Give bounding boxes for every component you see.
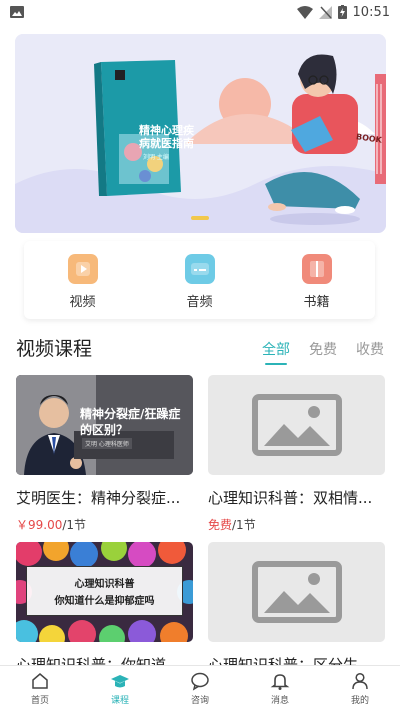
video-icon [67, 254, 98, 284]
course-card[interactable]: 心理知识科普：双相情... 免费/1节 [208, 375, 385, 533]
image-placeholder-icon [251, 394, 342, 456]
course-title: 艾明医生：精神分裂症... [16, 489, 181, 507]
course-thumbnail [208, 542, 385, 642]
course-unit: /1节 [232, 518, 256, 532]
wifi-icon [296, 5, 313, 19]
tab-free[interactable]: 免费 [309, 339, 337, 359]
nav-home[interactable]: 首页 [0, 666, 80, 711]
course-icon [111, 675, 129, 688]
status-bar: 10:51 [0, 0, 400, 24]
category-book[interactable]: 书籍 [277, 250, 357, 310]
category-video-label: 视频 [69, 295, 96, 310]
course-unit: /1节 [62, 518, 87, 532]
section-title: 视频课程 [16, 338, 93, 360]
course-price-row: 免费/1节 [208, 516, 385, 533]
user-icon [352, 672, 368, 690]
course-price: ￥99.00 [16, 518, 63, 532]
course-thumbnail: 心理知识科普 你知道什么是抑郁症吗 [16, 542, 193, 642]
book-icon [301, 254, 332, 284]
status-time: 10:51 [352, 4, 390, 20]
course-thumbnail-line1: 心理知识科普 [74, 579, 135, 590]
bottom-nav: 首页 课程 咨询 消息 我的 [0, 665, 400, 711]
category-audio[interactable]: 音频 [160, 250, 240, 310]
course-thumbnail-line1: 精神分裂症/狂躁症 [80, 407, 181, 421]
nav-profile-label: 我的 [350, 696, 369, 706]
chat-icon [191, 672, 209, 691]
filter-tabs: 全部 免费 收费 [262, 339, 384, 365]
nav-messages-label: 消息 [270, 696, 289, 706]
tab-paid[interactable]: 收费 [356, 339, 384, 359]
course-thumbnail-line2: 你知道什么是抑郁症吗 [54, 596, 155, 607]
course-thumbnail [208, 375, 385, 475]
category-book-label: 书籍 [303, 295, 330, 310]
course-thumbnail: 精神分裂症/狂躁症 的区别？ 艾明 心理科医师 [16, 375, 193, 475]
course-price-row: ￥99.00/1节 [16, 516, 193, 533]
course-card[interactable]: 心理知识科普 你知道什么是抑郁症吗 心理知识科普：你知道... [16, 542, 193, 675]
nav-course-label: 课程 [110, 696, 129, 706]
home-icon [32, 673, 48, 689]
course-price: 免费 [208, 518, 233, 532]
bell-icon [270, 674, 290, 690]
banner-book-author: 刘明 主编 [143, 154, 169, 161]
course-title: 心理知识科普：双相情... [208, 489, 373, 507]
nav-course[interactable]: 课程 [80, 666, 160, 711]
no-signal-icon [318, 5, 332, 19]
image-placeholder-icon [251, 561, 342, 623]
course-thumbnail-caption: 心理知识科普 你知道什么是抑郁症吗 [26, 566, 183, 616]
course-card[interactable]: 心理知识科普：区分生... [208, 542, 385, 675]
battery-icon [337, 5, 347, 19]
category-audio-label: 音频 [186, 295, 213, 310]
category-video[interactable]: 视频 [43, 250, 123, 310]
image-notification-icon [10, 6, 24, 18]
category-card: 视频 音频 书籍 [24, 241, 375, 319]
nav-home-label: 首页 [30, 696, 49, 706]
nav-consult[interactable]: 咨询 [160, 666, 240, 711]
nav-profile[interactable]: 我的 [320, 666, 400, 711]
nav-messages[interactable]: 消息 [240, 666, 320, 711]
nav-consult-label: 咨询 [190, 696, 209, 706]
course-thumbnail-line2: 的区别？ [80, 423, 129, 437]
promo-banner[interactable]: 精神心理疾病就医指南 刘明 主编 BOOK [15, 34, 386, 233]
banner-book-title: 精神心理疾病就医指南 [139, 124, 194, 150]
tab-all[interactable]: 全部 [262, 339, 290, 365]
audio-icon [184, 254, 215, 284]
course-card[interactable]: 精神分裂症/狂躁症 的区别？ 艾明 心理科医师 艾明医生：精神分裂症... ￥9… [16, 375, 193, 533]
course-thumbnail-subtitle: 艾明 心理科医师 [82, 438, 132, 449]
